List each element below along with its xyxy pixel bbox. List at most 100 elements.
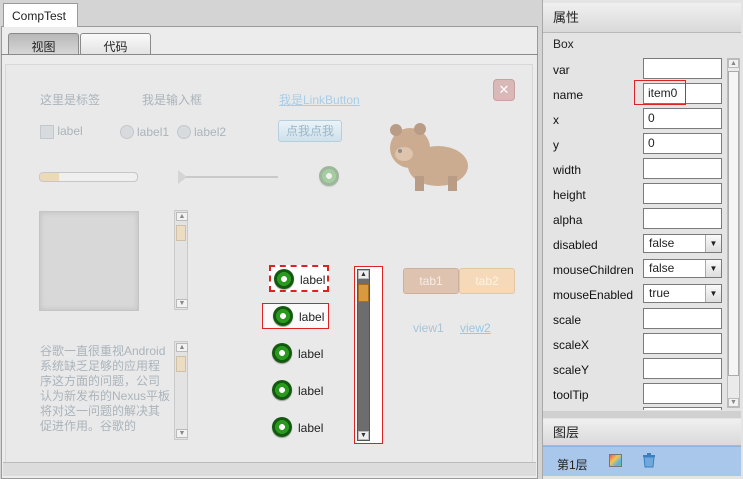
prop-input-var[interactable] — [643, 58, 722, 79]
scroll-up-icon[interactable]: ▲ — [728, 59, 739, 68]
scroll-thumb[interactable] — [176, 225, 186, 241]
ring-icon — [273, 306, 293, 326]
component-type: Box — [553, 37, 574, 51]
list-item-label: label — [298, 421, 324, 435]
list-item-label: label — [298, 384, 324, 398]
prop-input-scaley[interactable] — [643, 358, 722, 379]
chevron-down-icon[interactable]: ▼ — [705, 285, 721, 302]
name-highlight-box — [634, 80, 686, 105]
scroll-thumb[interactable] — [728, 71, 739, 376]
prop-label-scalex: scaleX — [553, 338, 590, 352]
scroll-up-icon[interactable]: ▲ — [176, 212, 188, 221]
list-item-label: label — [298, 347, 324, 361]
prop-input-tooltip[interactable] — [643, 383, 722, 404]
ring-icon — [319, 166, 339, 186]
progressbar-fill — [40, 173, 60, 181]
prop-label-var: var — [553, 63, 570, 77]
canvas-textinput[interactable]: 我是输入框 — [142, 91, 202, 108]
slider-thumb[interactable] — [178, 170, 187, 184]
scroll-up-icon[interactable]: ▲ — [358, 270, 369, 279]
prop-label-disabled: disabled — [553, 238, 598, 252]
canvas-tab-2[interactable]: tab2 — [459, 268, 515, 294]
scroll-down-icon[interactable]: ▼ — [176, 299, 188, 308]
list-item-label: label — [300, 273, 326, 287]
prop-select-mousechildren[interactable]: false ▼ — [643, 259, 722, 278]
list-item[interactable]: label — [262, 303, 329, 329]
canvas-view-1[interactable]: view1 — [413, 321, 444, 335]
canvas-progressbar — [39, 172, 138, 182]
prop-label-scale: scale — [553, 313, 582, 327]
ring-icon — [274, 269, 294, 289]
trash-icon[interactable] — [642, 453, 656, 468]
selected-vscrollbar[interactable]: ▲ ▼ — [354, 266, 383, 444]
prop-input-y[interactable]: 0 — [643, 133, 722, 154]
prop-input-alpha[interactable] — [643, 208, 722, 229]
prop-label-mouseenabled: mouseEnabled — [553, 288, 634, 302]
canvas-vscrollbar-2[interactable]: ▲ ▼ — [174, 341, 188, 440]
scroll-thumb[interactable] — [358, 284, 369, 302]
prop-label-y: y — [553, 138, 559, 152]
scroll-thumb[interactable] — [176, 356, 186, 372]
scroll-down-icon[interactable]: ▼ — [358, 431, 369, 440]
prop-select-mouseenabled[interactable]: true ▼ — [643, 284, 722, 303]
prop-input-scale[interactable] — [643, 308, 722, 329]
canvas-image-box — [39, 211, 139, 311]
properties-header: 属性 — [543, 3, 741, 33]
prop-select-disabled[interactable]: false ▼ — [643, 234, 722, 253]
canvas-radio1-label: label1 — [137, 125, 170, 139]
properties-scrollbar[interactable]: ▲ ▼ — [727, 58, 740, 408]
prop-input-x[interactable]: 0 — [643, 108, 722, 129]
prop-label-tooltip: toolTip — [553, 388, 589, 402]
ring-icon — [272, 380, 292, 400]
checkbox-label: label — [57, 124, 83, 138]
tab-code[interactable]: 代码 — [80, 33, 151, 55]
prop-input-cutoff — [643, 407, 722, 410]
bear-image — [380, 118, 475, 193]
close-icon[interactable]: ✕ — [493, 79, 515, 101]
prop-label-alpha: alpha — [553, 213, 583, 227]
canvas-label[interactable]: 这里是标签 — [40, 91, 100, 108]
list-item-label: label — [299, 310, 325, 324]
picture-icon[interactable] — [609, 454, 622, 467]
scroll-up-icon[interactable]: ▲ — [176, 343, 188, 352]
prop-input-width[interactable] — [643, 158, 722, 179]
list-item[interactable]: label — [272, 380, 332, 402]
scroll-down-icon[interactable]: ▼ — [176, 429, 188, 438]
chevron-down-icon[interactable]: ▼ — [705, 260, 721, 277]
canvas-view-2[interactable]: view2 — [460, 321, 491, 335]
prop-label-x: x — [553, 113, 559, 127]
scrollbar-track[interactable]: ▲ ▼ — [357, 269, 370, 441]
list-item[interactable]: label — [272, 343, 332, 365]
canvas-slider-track[interactable] — [184, 176, 278, 178]
list-item[interactable]: label — [272, 417, 332, 439]
ring-icon — [272, 417, 292, 437]
scroll-down-icon[interactable]: ▼ — [728, 398, 739, 407]
prop-label-name: name — [553, 88, 584, 102]
select-value: false — [649, 236, 675, 250]
canvas-checkbox[interactable]: label — [40, 124, 83, 139]
editor-hscrollbar[interactable] — [3, 462, 536, 476]
prop-label-width: width — [553, 163, 582, 177]
list-item-selected[interactable]: label — [269, 265, 329, 292]
layers-header: 图层 — [543, 419, 741, 446]
canvas-radio2-label: label2 — [194, 125, 227, 139]
canvas-linkbutton[interactable]: 我是LinkButton — [279, 91, 360, 108]
prop-input-scalex[interactable] — [643, 333, 722, 354]
canvas-vscrollbar-1[interactable]: ▲ ▼ — [174, 210, 188, 310]
document-tab[interactable]: CompTest — [3, 3, 78, 27]
chevron-down-icon[interactable]: ▼ — [705, 235, 721, 252]
prop-label-mousechildren: mouseChildren — [553, 263, 634, 277]
panel-splitter[interactable] — [543, 411, 741, 418]
tab-view[interactable]: 视图 — [8, 33, 79, 55]
tab-divider — [1, 54, 538, 55]
layer-name: 第1层 — [557, 458, 588, 472]
ring-icon — [272, 343, 292, 363]
canvas-radio1-circle[interactable] — [120, 125, 134, 139]
canvas-button[interactable]: 点我点我 — [278, 120, 342, 142]
select-value: true — [649, 286, 670, 300]
checkbox-box[interactable] — [40, 124, 54, 139]
canvas-radio2-circle[interactable] — [177, 125, 191, 139]
prop-input-height[interactable] — [643, 183, 722, 204]
canvas-tab-1[interactable]: tab1 — [403, 268, 459, 294]
canvas-textarea[interactable]: 谷歌一直很重视Android系统缺乏足够的应用程序这方面的问题，公司认为新发布的… — [40, 344, 170, 434]
